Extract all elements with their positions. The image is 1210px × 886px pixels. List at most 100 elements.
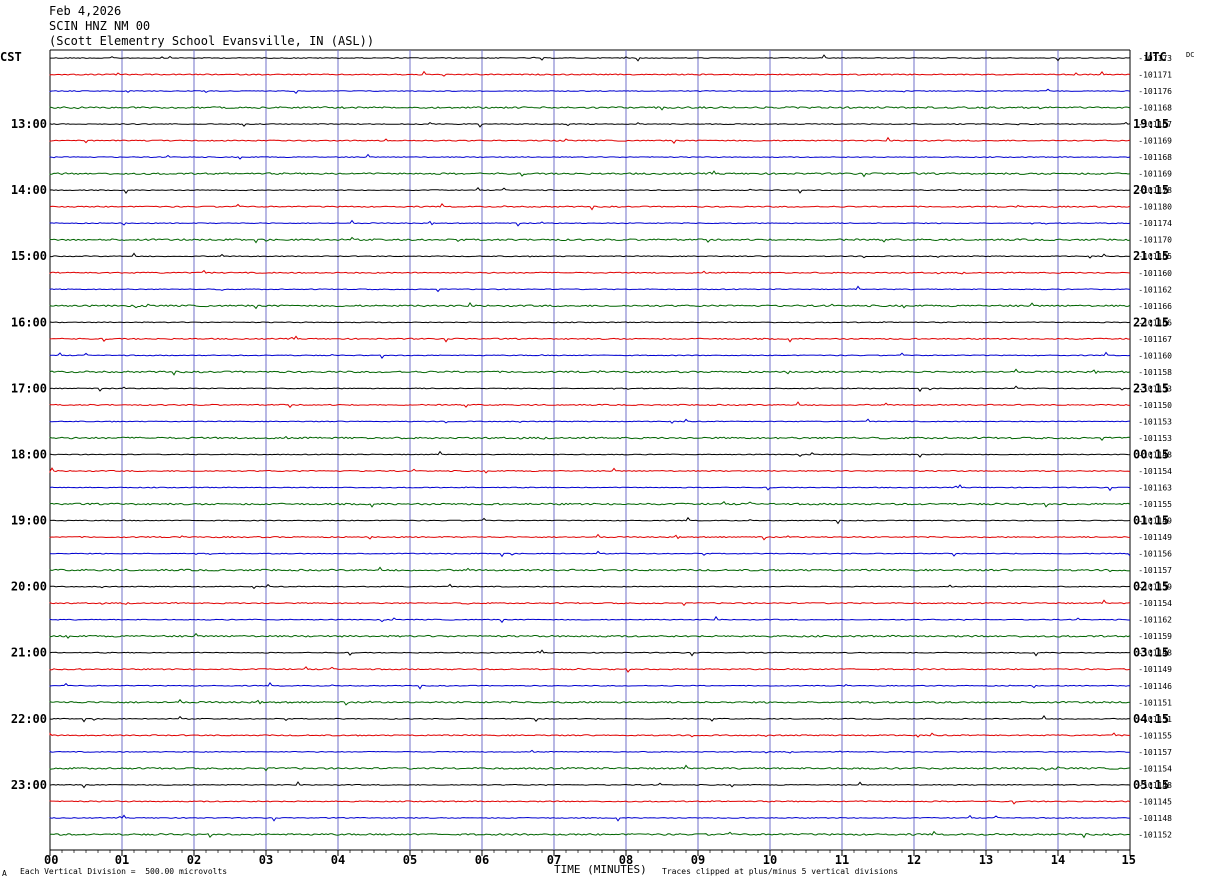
x-tick-label: 06 (475, 853, 489, 867)
trace-line (49, 401, 1131, 409)
dc-offset-label: -101162 (1138, 285, 1172, 294)
trace-line (49, 764, 1131, 772)
trace-line (49, 54, 1131, 62)
trace-line (49, 814, 1130, 822)
clip-note: Traces clipped at plus/minus 5 vertical … (662, 867, 899, 876)
trace-line (49, 321, 1131, 324)
dc-offset-label: -101167 (1138, 335, 1172, 344)
cst-hour-label: 16:00 (11, 315, 47, 329)
trace-line (49, 351, 1131, 359)
dc-offset-label: -101180 (1138, 203, 1172, 212)
trace-line (49, 252, 1131, 259)
trace-line (49, 682, 1131, 690)
dc-offset-label: -101169 (1138, 170, 1172, 179)
dc-offset-label: -101157 (1138, 748, 1172, 757)
dc-offset-label: -101168 (1138, 104, 1172, 113)
utc-hour-label: 05:15 (1133, 778, 1169, 792)
trace-line (49, 484, 1131, 492)
trace-line (49, 450, 1131, 458)
trace-line (49, 550, 1131, 558)
trace-line (49, 800, 1131, 805)
dc-offset-label: -101154 (1138, 599, 1172, 608)
utc-hour-label: 19:15 (1133, 117, 1169, 131)
vertical-division-note: Each Vertical Division = 500.00 microvol… (20, 867, 228, 876)
dc-offset-label: -101168 (1138, 153, 1172, 162)
dc-offset-label: -101149 (1138, 665, 1172, 674)
x-tick-label: 13 (979, 853, 993, 867)
dc-offset-label: -101158 (1138, 368, 1172, 377)
dc-offset-label: -101145 (1138, 797, 1172, 806)
trace-line (49, 170, 1131, 178)
x-tick-label: 11 (835, 853, 849, 867)
x-axis-title: TIME (MINUTES) (554, 863, 647, 876)
cst-axis-label: CST (0, 50, 22, 64)
trace-line (49, 335, 1131, 343)
dc-offset-label: -101162 (1138, 616, 1172, 625)
dc-offset-label: -101154 (1138, 764, 1172, 773)
trace-line (49, 121, 1131, 128)
trace-line (49, 583, 1131, 590)
dc-label: DC (1186, 51, 1194, 59)
trace-line (49, 715, 1131, 723)
dc-offset-label: -101159 (1138, 632, 1172, 641)
utc-hour-label: 03:15 (1133, 646, 1169, 660)
helicorder-chart: 00 01 02 03 04 05 06 07 08 09 10 11 12 13 14 15-101173-… (0, 49, 1194, 867)
corner-mark: A (2, 869, 7, 878)
dc-offset-label: -101163 (1138, 484, 1172, 493)
utc-hour-label: 21:15 (1133, 249, 1169, 263)
x-tick-label: 02 (187, 853, 201, 867)
trace-line (49, 566, 1131, 573)
trace-line (49, 106, 1131, 111)
dc-offset-label: -101146 (1138, 682, 1172, 691)
trace-line (49, 435, 1131, 441)
cst-hour-label: 21:00 (11, 646, 47, 660)
trace-line (49, 70, 1131, 77)
dc-offset-label: -101152 (1138, 830, 1172, 839)
trace-line (49, 385, 1131, 393)
trace-line (49, 632, 1131, 639)
trace-line (49, 615, 1130, 624)
trace-line (49, 285, 1131, 293)
trace-line (49, 830, 1131, 839)
trace-line (49, 418, 1131, 424)
utc-hour-label: 20:15 (1133, 183, 1169, 197)
dc-offset-label: -101153 (1138, 434, 1172, 443)
trace-line (49, 781, 1131, 789)
x-tick-label: 10 (763, 853, 777, 867)
x-tick-label: 04 (331, 853, 345, 867)
dc-offset-label: -101150 (1138, 401, 1172, 410)
dc-offset-label: -101160 (1138, 269, 1172, 278)
utc-hour-label: 04:15 (1133, 712, 1169, 726)
cst-hour-label: 14:00 (11, 183, 47, 197)
x-tick-label: 00 (44, 853, 58, 867)
dc-offset-label: -101155 (1138, 500, 1172, 509)
trace-line (49, 269, 1131, 275)
dc-offset-label: -101153 (1138, 417, 1172, 426)
trace-line (49, 301, 1131, 310)
x-tick-label: 01 (115, 853, 129, 867)
cst-hour-label: 20:00 (11, 580, 47, 594)
trace-line (49, 516, 1131, 525)
seismic-traces (49, 54, 1131, 839)
dc-offset-label: -101174 (1138, 219, 1172, 228)
trace-line (49, 88, 1131, 95)
cst-hour-label: 23:00 (11, 778, 47, 792)
trace-line (49, 368, 1131, 376)
dc-offset-label: -101171 (1138, 71, 1172, 80)
utc-hour-label: 22:15 (1133, 315, 1169, 329)
dc-offset-label: -101157 (1138, 566, 1172, 575)
axis-labels: 00 01 02 03 04 05 06 07 08 09 10 11 12 13 14 15-101173-… (0, 50, 1194, 867)
trace-line (49, 649, 1131, 657)
trace-line (49, 219, 1131, 227)
dc-offset-label: -101169 (1138, 137, 1172, 146)
dc-offset-label: -101155 (1138, 731, 1172, 740)
trace-line (49, 136, 1131, 145)
dc-offset-label: -101166 (1138, 302, 1172, 311)
x-tick-label: 03 (259, 853, 273, 867)
x-tick-label: 15 (1122, 853, 1136, 867)
dc-offset-label: -101148 (1138, 814, 1172, 823)
dc-offset-label: -101156 (1138, 550, 1172, 559)
utc-hour-label: 01:15 (1133, 514, 1169, 528)
trace-line (49, 749, 1130, 754)
x-tick-label: 12 (907, 853, 921, 867)
